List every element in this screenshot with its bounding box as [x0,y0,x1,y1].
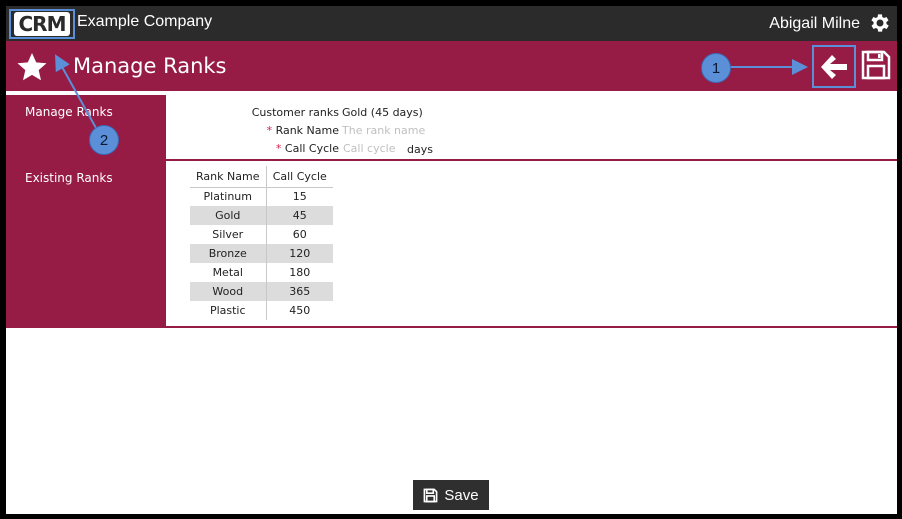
required-marker: * [266,124,273,137]
user-name[interactable]: Abigail Milne [769,15,860,33]
rank-name-cell: Metal [190,263,267,282]
call-cycle-cell: 180 [289,266,311,279]
call-cycle-label: * Call Cycle [275,142,339,155]
ranks-table: Rank Name Call Cycle Platinum 15 Gold 45 S… [190,166,333,320]
gear-icon[interactable] [867,11,891,35]
callout-1: 1 [701,53,731,83]
column-header-call-cycle[interactable]: Call Cycle [266,166,333,188]
top-bar: CRM Example Company Abigail Milne [6,6,897,41]
call-cycle-cell: 365 [266,282,333,301]
existing-ranks-section: Existing Ranks Rank Name Call Cycle Plat… [6,161,897,328]
manage-ranks-section: Manage Ranks Customer ranks Gold (45 day… [6,95,897,161]
arrow-left-icon [821,54,847,79]
logo-text: CRM [14,12,70,36]
customer-ranks-label: Customer ranks [251,106,339,119]
customer-ranks-select[interactable]: Gold (45 days) [342,106,423,119]
table-row[interactable]: Plastic 450 [190,301,333,320]
table-row[interactable]: Gold 45 [190,206,333,225]
rank-name-cell: Gold [190,206,267,225]
rank-name-cell: Plastic [190,301,267,320]
rank-name-input[interactable]: The rank name [342,124,425,137]
table-row[interactable]: Wood 365 [190,282,333,301]
required-marker: * [275,142,282,155]
table-row[interactable]: Platinum 15 [190,187,333,206]
rank-name-label: * Rank Name [266,124,339,137]
floppy-disk-icon[interactable] [860,49,892,81]
table-row[interactable]: Metal 180 [190,263,333,282]
back-button[interactable] [812,45,856,88]
call-cycle-cell: 45 [266,206,333,225]
page-title: Manage Ranks [73,54,227,78]
star-icon [17,53,47,81]
table-row[interactable]: Bronze 120 [190,244,333,263]
call-cycle-cell: 450 [289,304,311,317]
title-bar: Manage Ranks [6,41,897,93]
table-header-row: Rank Name Call Cycle [190,166,333,188]
rank-name-cell: Wood [190,282,267,301]
callout-2: 2 [89,125,119,155]
rank-name-cell: Silver [190,225,267,244]
floppy-disk-icon [423,488,438,502]
save-button[interactable]: Save [413,480,489,510]
crm-logo[interactable]: CRM [9,9,75,39]
section-label-manage-ranks: Manage Ranks [6,95,166,159]
company-name: Example Company [77,13,213,30]
call-cycle-cell: 120 [266,244,333,263]
call-cycle-unit: days [407,143,433,156]
table-row[interactable]: Silver 60 [190,225,333,244]
call-cycle-cell: 60 [292,228,307,241]
call-cycle-input[interactable]: Call cycle [343,142,395,155]
section-label-existing-ranks: Existing Ranks [6,161,166,326]
rank-name-cell: Bronze [190,244,267,263]
call-cycle-cell: 15 [292,190,307,204]
column-header-rank-name[interactable]: Rank Name [190,166,267,188]
save-button-label: Save [444,486,479,504]
rank-name-cell: Platinum [190,187,267,206]
